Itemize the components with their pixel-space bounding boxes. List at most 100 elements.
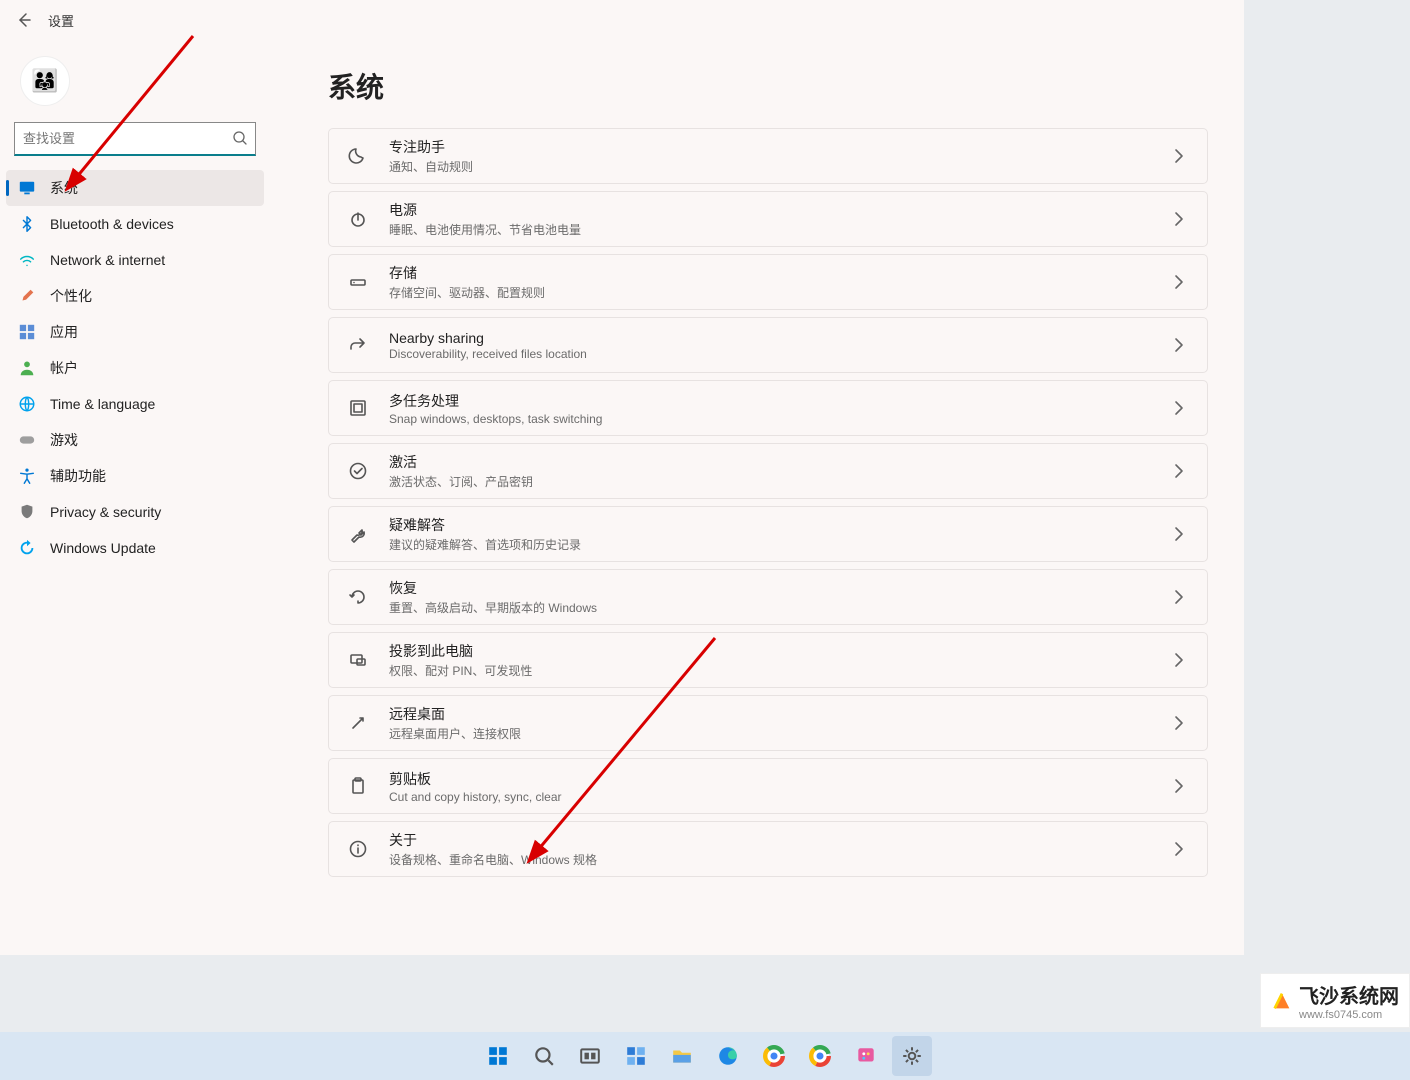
sidebar-item-apps[interactable]: 应用	[6, 314, 264, 350]
power-icon	[347, 208, 369, 230]
info-icon	[347, 838, 369, 860]
sidebar-item-label: 系统	[50, 178, 78, 198]
card-subtitle: 激活状态、订阅、产品密钥	[389, 473, 1169, 490]
chevron-right-icon	[1169, 650, 1189, 670]
card-subtitle: 存储空间、驱动器、配置规则	[389, 284, 1169, 301]
user-avatar[interactable]: 👨‍👩‍👧	[20, 56, 70, 106]
titlebar: 设置	[0, 0, 1244, 40]
check-icon	[347, 460, 369, 482]
card-title: 电源	[389, 200, 1169, 220]
remote-icon	[347, 712, 369, 734]
card-subtitle: 重置、高级启动、早期版本的 Windows	[389, 599, 1169, 616]
chrome2-icon	[809, 1045, 831, 1067]
taskbar-widgets[interactable]	[616, 1036, 656, 1076]
sidebar-item-bluetooth[interactable]: Bluetooth & devices	[6, 206, 264, 242]
settings-icon	[901, 1045, 923, 1067]
sidebar-item-globe[interactable]: Time & language	[6, 386, 264, 422]
chevron-right-icon	[1169, 398, 1189, 418]
setting-card-clipboard[interactable]: 剪贴板Cut and copy history, sync, clear	[328, 758, 1208, 814]
page-title: 系统	[328, 66, 1208, 106]
setting-card-moon[interactable]: 专注助手通知、自动规则	[328, 128, 1208, 184]
taskbar-edge[interactable]	[708, 1036, 748, 1076]
chevron-right-icon	[1169, 146, 1189, 166]
brush-icon	[18, 287, 36, 305]
card-subtitle: 远程桌面用户、连接权限	[389, 725, 1169, 742]
clipboard-icon	[347, 775, 369, 797]
avatar-image-icon: 👨‍👩‍👧	[31, 68, 58, 94]
share-icon	[347, 334, 369, 356]
taskbar-chrome2[interactable]	[800, 1036, 840, 1076]
taskbar-settings[interactable]	[892, 1036, 932, 1076]
wifi-icon	[18, 251, 36, 269]
main-content: 系统 专注助手通知、自动规则电源睡眠、电池使用情况、节省电池电量存储存储空间、驱…	[270, 40, 1244, 955]
taskbar-chrome1[interactable]	[754, 1036, 794, 1076]
chevron-right-icon	[1169, 839, 1189, 859]
card-subtitle: 权限、配对 PIN、可发现性	[389, 662, 1169, 679]
card-title: 专注助手	[389, 137, 1169, 157]
sidebar-item-accessibility[interactable]: 辅助功能	[6, 458, 264, 494]
sidebar-item-wifi[interactable]: Network & internet	[6, 242, 264, 278]
watermark-url: www.fs0745.com	[1299, 1009, 1399, 1021]
search-input[interactable]	[14, 122, 256, 156]
taskbar-start[interactable]	[478, 1036, 518, 1076]
sidebar-item-label: Network & internet	[50, 252, 165, 268]
sidebar-item-label: 游戏	[50, 430, 78, 450]
widgets-icon	[625, 1045, 647, 1067]
sidebar-item-update[interactable]: Windows Update	[6, 530, 264, 566]
chrome1-icon	[763, 1045, 785, 1067]
sidebar-item-person[interactable]: 帐户	[6, 350, 264, 386]
moon-icon	[347, 145, 369, 167]
back-button[interactable]	[12, 8, 36, 32]
monitor-icon	[18, 179, 36, 197]
setting-card-info[interactable]: 关于设备规格、重命名电脑、Windows 规格	[328, 821, 1208, 877]
recover-icon	[347, 586, 369, 608]
window-title: 设置	[48, 11, 74, 30]
wrench-icon	[347, 523, 369, 545]
setting-card-project[interactable]: 投影到此电脑权限、配对 PIN、可发现性	[328, 632, 1208, 688]
sidebar-item-label: Privacy & security	[50, 504, 161, 520]
edge-icon	[717, 1045, 739, 1067]
sidebar-item-shield[interactable]: Privacy & security	[6, 494, 264, 530]
card-title: 远程桌面	[389, 704, 1169, 724]
taskbar-paint[interactable]	[846, 1036, 886, 1076]
setting-card-recover[interactable]: 恢复重置、高级启动、早期版本的 Windows	[328, 569, 1208, 625]
explorer-icon	[671, 1045, 693, 1067]
setting-card-check[interactable]: 激活激活状态、订阅、产品密钥	[328, 443, 1208, 499]
apps-icon	[18, 323, 36, 341]
card-subtitle: Snap windows, desktops, task switching	[389, 412, 1169, 426]
setting-card-remote[interactable]: 远程桌面远程桌面用户、连接权限	[328, 695, 1208, 751]
taskbar-search[interactable]	[524, 1036, 564, 1076]
sidebar-item-gamepad[interactable]: 游戏	[6, 422, 264, 458]
chevron-right-icon	[1169, 461, 1189, 481]
chevron-right-icon	[1169, 776, 1189, 796]
sidebar-item-label: Windows Update	[50, 540, 156, 556]
card-title: 存储	[389, 263, 1169, 283]
card-title: 恢复	[389, 578, 1169, 598]
setting-card-wrench[interactable]: 疑难解答建议的疑难解答、首选项和历史记录	[328, 506, 1208, 562]
card-subtitle: 睡眠、电池使用情况、节省电池电量	[389, 221, 1169, 238]
card-title: Nearby sharing	[389, 330, 1169, 346]
sidebar-item-label: Time & language	[50, 396, 155, 412]
watermark-name: 飞沙系统网	[1299, 980, 1399, 1009]
setting-card-multitask[interactable]: 多任务处理Snap windows, desktops, task switch…	[328, 380, 1208, 436]
card-subtitle: Cut and copy history, sync, clear	[389, 790, 1169, 804]
chevron-right-icon	[1169, 272, 1189, 292]
setting-card-share[interactable]: Nearby sharingDiscoverability, received …	[328, 317, 1208, 373]
sidebar-item-label: 应用	[50, 322, 78, 342]
start-icon	[487, 1045, 509, 1067]
taskbar-explorer[interactable]	[662, 1036, 702, 1076]
sidebar-item-brush[interactable]: 个性化	[6, 278, 264, 314]
setting-card-power[interactable]: 电源睡眠、电池使用情况、节省电池电量	[328, 191, 1208, 247]
taskview-icon	[579, 1045, 601, 1067]
person-icon	[18, 359, 36, 377]
gamepad-icon	[18, 431, 36, 449]
globe-icon	[18, 395, 36, 413]
card-subtitle: 通知、自动规则	[389, 158, 1169, 175]
taskbar-taskview[interactable]	[570, 1036, 610, 1076]
sidebar: 👨‍👩‍👧 系统 Bluetooth & devices Network & int…	[0, 40, 270, 955]
project-icon	[347, 649, 369, 671]
card-title: 多任务处理	[389, 391, 1169, 411]
setting-card-storage[interactable]: 存储存储空间、驱动器、配置规则	[328, 254, 1208, 310]
sidebar-item-monitor[interactable]: 系统	[6, 170, 264, 206]
accessibility-icon	[18, 467, 36, 485]
